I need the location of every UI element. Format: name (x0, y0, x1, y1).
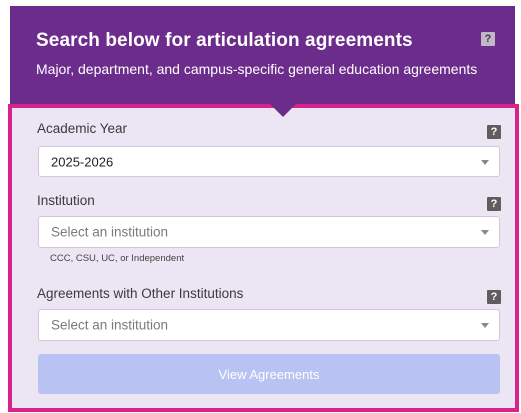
search-form-panel: Academic Year ? 2025-2026 Institution ? … (8, 104, 519, 412)
chevron-down-icon (481, 230, 489, 235)
academic-year-select[interactable]: 2025-2026 (38, 146, 500, 177)
view-agreements-button[interactable]: View Agreements (38, 354, 500, 394)
other-institutions-label: Agreements with Other Institutions (37, 286, 244, 301)
institution-help-icon[interactable]: ? (487, 197, 501, 211)
header-subtitle: Major, department, and campus-specific g… (36, 61, 478, 77)
chevron-down-icon (481, 159, 489, 165)
header-title: Search below for articulation agreements (36, 30, 413, 51)
other-institutions-select[interactable]: Select an institution (38, 309, 500, 341)
academic-year-value: 2025-2026 (51, 154, 114, 169)
panel-pointer (270, 104, 296, 117)
institution-placeholder: Select an institution (51, 224, 169, 240)
other-institutions-help-icon[interactable]: ? (487, 290, 501, 304)
institution-hint: CCC, CSU, UC, or Independent (50, 253, 185, 264)
other-institutions-placeholder: Select an institution (51, 317, 169, 333)
search-header: Search below for articulation agreements… (10, 6, 515, 116)
header-help-icon[interactable]: ? (481, 32, 495, 46)
institution-select[interactable]: Select an institution (38, 216, 500, 248)
chevron-down-icon (481, 323, 489, 328)
institution-label: Institution (37, 193, 95, 208)
academic-year-help-icon[interactable]: ? (487, 125, 501, 139)
academic-year-label: Academic Year (37, 121, 128, 136)
